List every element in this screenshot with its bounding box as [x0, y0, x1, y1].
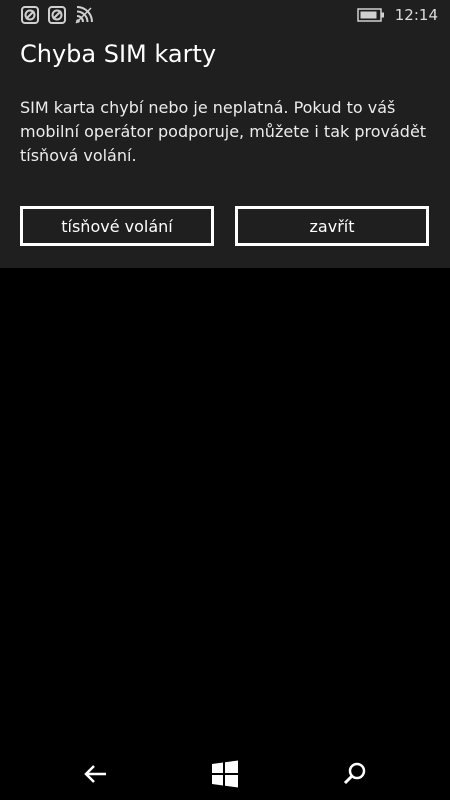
sim-error-dialog: Chyba SIM karty SIM karta chybí nebo je …: [0, 34, 450, 268]
dialog-title: Chyba SIM karty: [20, 40, 217, 68]
status-bar: 12:14: [0, 0, 450, 34]
wifi-icon: [75, 6, 93, 24]
windows-logo-icon: [212, 760, 238, 788]
status-clock: 12:14: [394, 6, 438, 24]
start-button[interactable]: [211, 760, 239, 788]
no-sim-icon: [21, 6, 39, 24]
emergency-call-button[interactable]: tísňové volání: [20, 206, 214, 246]
phone-screen: 12:14 Chyba SIM karty SIM karta chybí ne…: [0, 0, 450, 800]
navigation-bar: [0, 748, 450, 800]
status-icons-left: [20, 5, 94, 25]
back-arrow-icon: [84, 765, 106, 783]
close-button[interactable]: zavřít: [235, 206, 429, 246]
search-button[interactable]: [341, 760, 369, 788]
back-button[interactable]: [82, 760, 110, 788]
battery-icon: [357, 8, 384, 22]
dialog-message: SIM karta chybí nebo je neplatná. Pokud …: [20, 98, 427, 165]
no-sim-icon: [48, 6, 66, 24]
status-icons-right: 12:14: [357, 5, 438, 25]
search-icon: [343, 762, 366, 785]
